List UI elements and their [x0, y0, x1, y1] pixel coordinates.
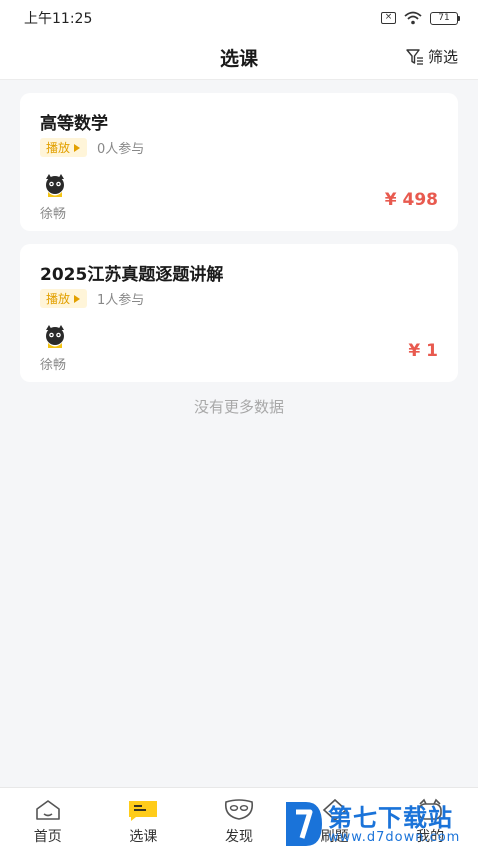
page-header: 选课 筛选	[0, 36, 478, 80]
course-card[interactable]: 2025江苏真题逐题讲解 播放 1人参与 徐畅 ¥ 1	[20, 244, 458, 382]
home-icon	[35, 800, 60, 820]
play-tag-label: 播放	[46, 292, 71, 306]
nav-label: 选课	[129, 829, 158, 845]
list-end-text: 没有更多数据	[193, 398, 284, 416]
filter-icon	[406, 48, 423, 65]
filter-button[interactable]: 筛选	[406, 46, 458, 67]
play-triangle-icon	[74, 294, 81, 303]
nav-item-discover[interactable]: 发现	[191, 788, 287, 850]
play-triangle-icon	[74, 143, 81, 152]
course-meta: 播放 0人参与	[40, 138, 144, 157]
status-bar: 上午11:25 × 71	[0, 0, 478, 36]
wifi-icon	[404, 11, 422, 25]
site-watermark: 第七下载站 www.d7down.com	[284, 798, 474, 848]
status-icons: × 71	[381, 11, 460, 25]
participant-count: 0人参与	[97, 142, 145, 157]
battery-icon: 71	[430, 11, 460, 25]
course-title: 2025江苏真题逐题讲解	[40, 265, 224, 285]
discover-mask-icon	[224, 799, 254, 820]
teacher-avatar	[46, 174, 64, 197]
teacher-name: 徐畅	[40, 207, 67, 222]
watermark-url: www.d7down.com	[328, 830, 461, 845]
course-title: 高等数学	[40, 114, 108, 134]
sim-off-icon: ×	[381, 12, 396, 24]
filter-label: 筛选	[427, 48, 458, 66]
battery-level: 71	[430, 11, 458, 25]
play-tag: 播放	[40, 289, 88, 308]
play-tag: 播放	[40, 138, 88, 157]
nav-label: 发现	[224, 829, 253, 845]
nav-label: 首页	[33, 829, 62, 845]
teacher-avatar	[46, 325, 64, 348]
nav-item-home[interactable]: 首页	[0, 788, 96, 850]
nav-item-select-course[interactable]: 选课	[96, 788, 192, 850]
participant-count: 1人参与	[97, 293, 145, 308]
course-meta: 播放 1人参与	[40, 289, 144, 308]
page-title: 选课	[219, 48, 258, 70]
teacher-name: 徐畅	[40, 358, 67, 373]
watermark-text: 第七下载站	[328, 804, 453, 832]
course-price: ¥ 1	[408, 341, 438, 361]
play-tag-label: 播放	[46, 141, 71, 155]
watermark-logo-icon	[286, 802, 322, 846]
course-price: ¥ 498	[384, 190, 438, 210]
course-card[interactable]: 高等数学 播放 0人参与 徐畅 ¥ 498	[20, 93, 458, 231]
select-course-icon	[129, 801, 158, 821]
status-time: 上午11:25	[24, 11, 93, 27]
